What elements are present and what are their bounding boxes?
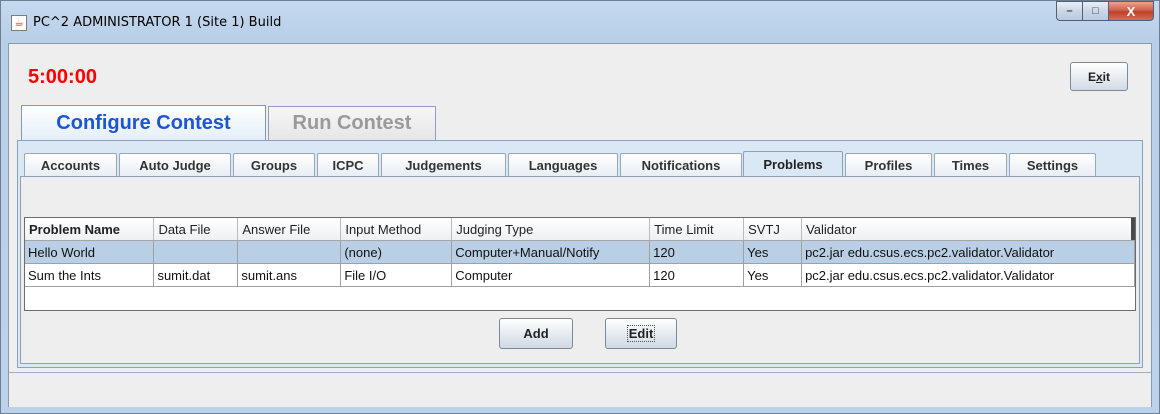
table-cell: Hello World bbox=[25, 240, 155, 264]
client-area: 5:00:00 Ex it Configure Contest Run Conte… bbox=[8, 43, 1152, 407]
exit-label-pre: E bbox=[1087, 69, 1096, 84]
problems-table[interactable]: Problem Name Data File Answer File Input… bbox=[24, 217, 1136, 311]
table-cell bbox=[153, 240, 239, 264]
table-cell bbox=[237, 240, 342, 264]
exit-label-post: it bbox=[1102, 69, 1111, 84]
status-bar bbox=[9, 372, 1151, 407]
tab-profiles[interactable]: Profiles bbox=[845, 153, 932, 176]
window-title: PC^2 ADMINISTRATOR 1 (Site 1) Build bbox=[33, 15, 282, 30]
table-cell: pc2.jar edu.csus.ecs.pc2.validator.Valid… bbox=[801, 263, 1135, 287]
table-cell: Yes bbox=[743, 240, 803, 264]
title-bar[interactable]: ☕ PC^2 ADMINISTRATOR 1 (Site 1) Build – … bbox=[1, 1, 1159, 43]
table-cell: sumit.ans bbox=[237, 263, 342, 287]
column-header[interactable]: SVTJ bbox=[743, 218, 803, 241]
tab-icpc[interactable]: ICPC bbox=[317, 153, 379, 176]
tab-languages[interactable]: Languages bbox=[508, 153, 618, 176]
tab-run-contest[interactable]: Run Contest bbox=[268, 106, 436, 140]
column-header[interactable]: Problem Name bbox=[25, 218, 155, 241]
table-cell: pc2.jar edu.csus.ecs.pc2.validator.Valid… bbox=[801, 240, 1135, 264]
minimize-button[interactable]: – bbox=[1056, 1, 1083, 21]
table-cell: Computer+Manual/Notify bbox=[451, 240, 651, 264]
table-cell: 120 bbox=[649, 240, 745, 264]
table-cell: Yes bbox=[743, 263, 803, 287]
table-cell: Sum the Ints bbox=[25, 263, 155, 287]
app-window: ☕ PC^2 ADMINISTRATOR 1 (Site 1) Build – … bbox=[0, 0, 1160, 414]
tab-accounts[interactable]: Accounts bbox=[24, 153, 117, 176]
table-scrollbar[interactable] bbox=[1131, 218, 1135, 240]
table-header-row: Problem Name Data File Answer File Input… bbox=[25, 218, 1135, 241]
configure-contest-panel: Accounts Auto Judge Groups ICPC Judgemen… bbox=[17, 140, 1143, 368]
tab-auto-judge[interactable]: Auto Judge bbox=[119, 153, 231, 176]
edit-button-label: Edit bbox=[626, 325, 656, 342]
column-header[interactable]: Data File bbox=[153, 218, 239, 241]
table-row[interactable]: Sum the Ints sumit.dat sumit.ans File I/… bbox=[25, 263, 1135, 287]
column-header[interactable]: Input Method bbox=[340, 218, 453, 241]
problems-panel: Problem Name Data File Answer File Input… bbox=[20, 176, 1140, 364]
java-cup-icon: ☕ bbox=[11, 15, 27, 31]
exit-label-mnemonic: x bbox=[1095, 69, 1103, 84]
column-header[interactable]: Validator bbox=[801, 218, 1135, 241]
add-problem-button[interactable]: Add bbox=[499, 318, 573, 349]
tab-times[interactable]: Times bbox=[934, 153, 1007, 176]
table-cell: Computer bbox=[451, 263, 651, 287]
column-header[interactable]: Judging Type bbox=[451, 218, 651, 241]
column-header[interactable]: Answer File bbox=[237, 218, 342, 241]
table-cell: 120 bbox=[649, 263, 745, 287]
window-controls: – □ X bbox=[1056, 1, 1154, 23]
exit-button[interactable]: Ex it bbox=[1070, 62, 1128, 91]
tab-judgements[interactable]: Judgements bbox=[381, 153, 506, 176]
table-cell: (none) bbox=[340, 240, 453, 264]
table-cell: File I/O bbox=[340, 263, 453, 287]
tab-configure-contest[interactable]: Configure Contest bbox=[21, 105, 266, 141]
edit-problem-button[interactable]: Edit bbox=[605, 318, 677, 349]
table-row[interactable]: Hello World (none) Computer+Manual/Notif… bbox=[25, 240, 1135, 264]
tab-problems[interactable]: Problems bbox=[743, 151, 843, 177]
maximize-button[interactable]: □ bbox=[1083, 1, 1109, 21]
table-cell: sumit.dat bbox=[153, 263, 239, 287]
close-button[interactable]: X bbox=[1109, 1, 1154, 21]
tab-groups[interactable]: Groups bbox=[233, 153, 315, 176]
tab-notifications[interactable]: Notifications bbox=[620, 153, 742, 176]
column-header[interactable]: Time Limit bbox=[649, 218, 745, 241]
contest-timer: 5:00:00 bbox=[28, 66, 97, 88]
tab-settings[interactable]: Settings bbox=[1009, 153, 1096, 176]
